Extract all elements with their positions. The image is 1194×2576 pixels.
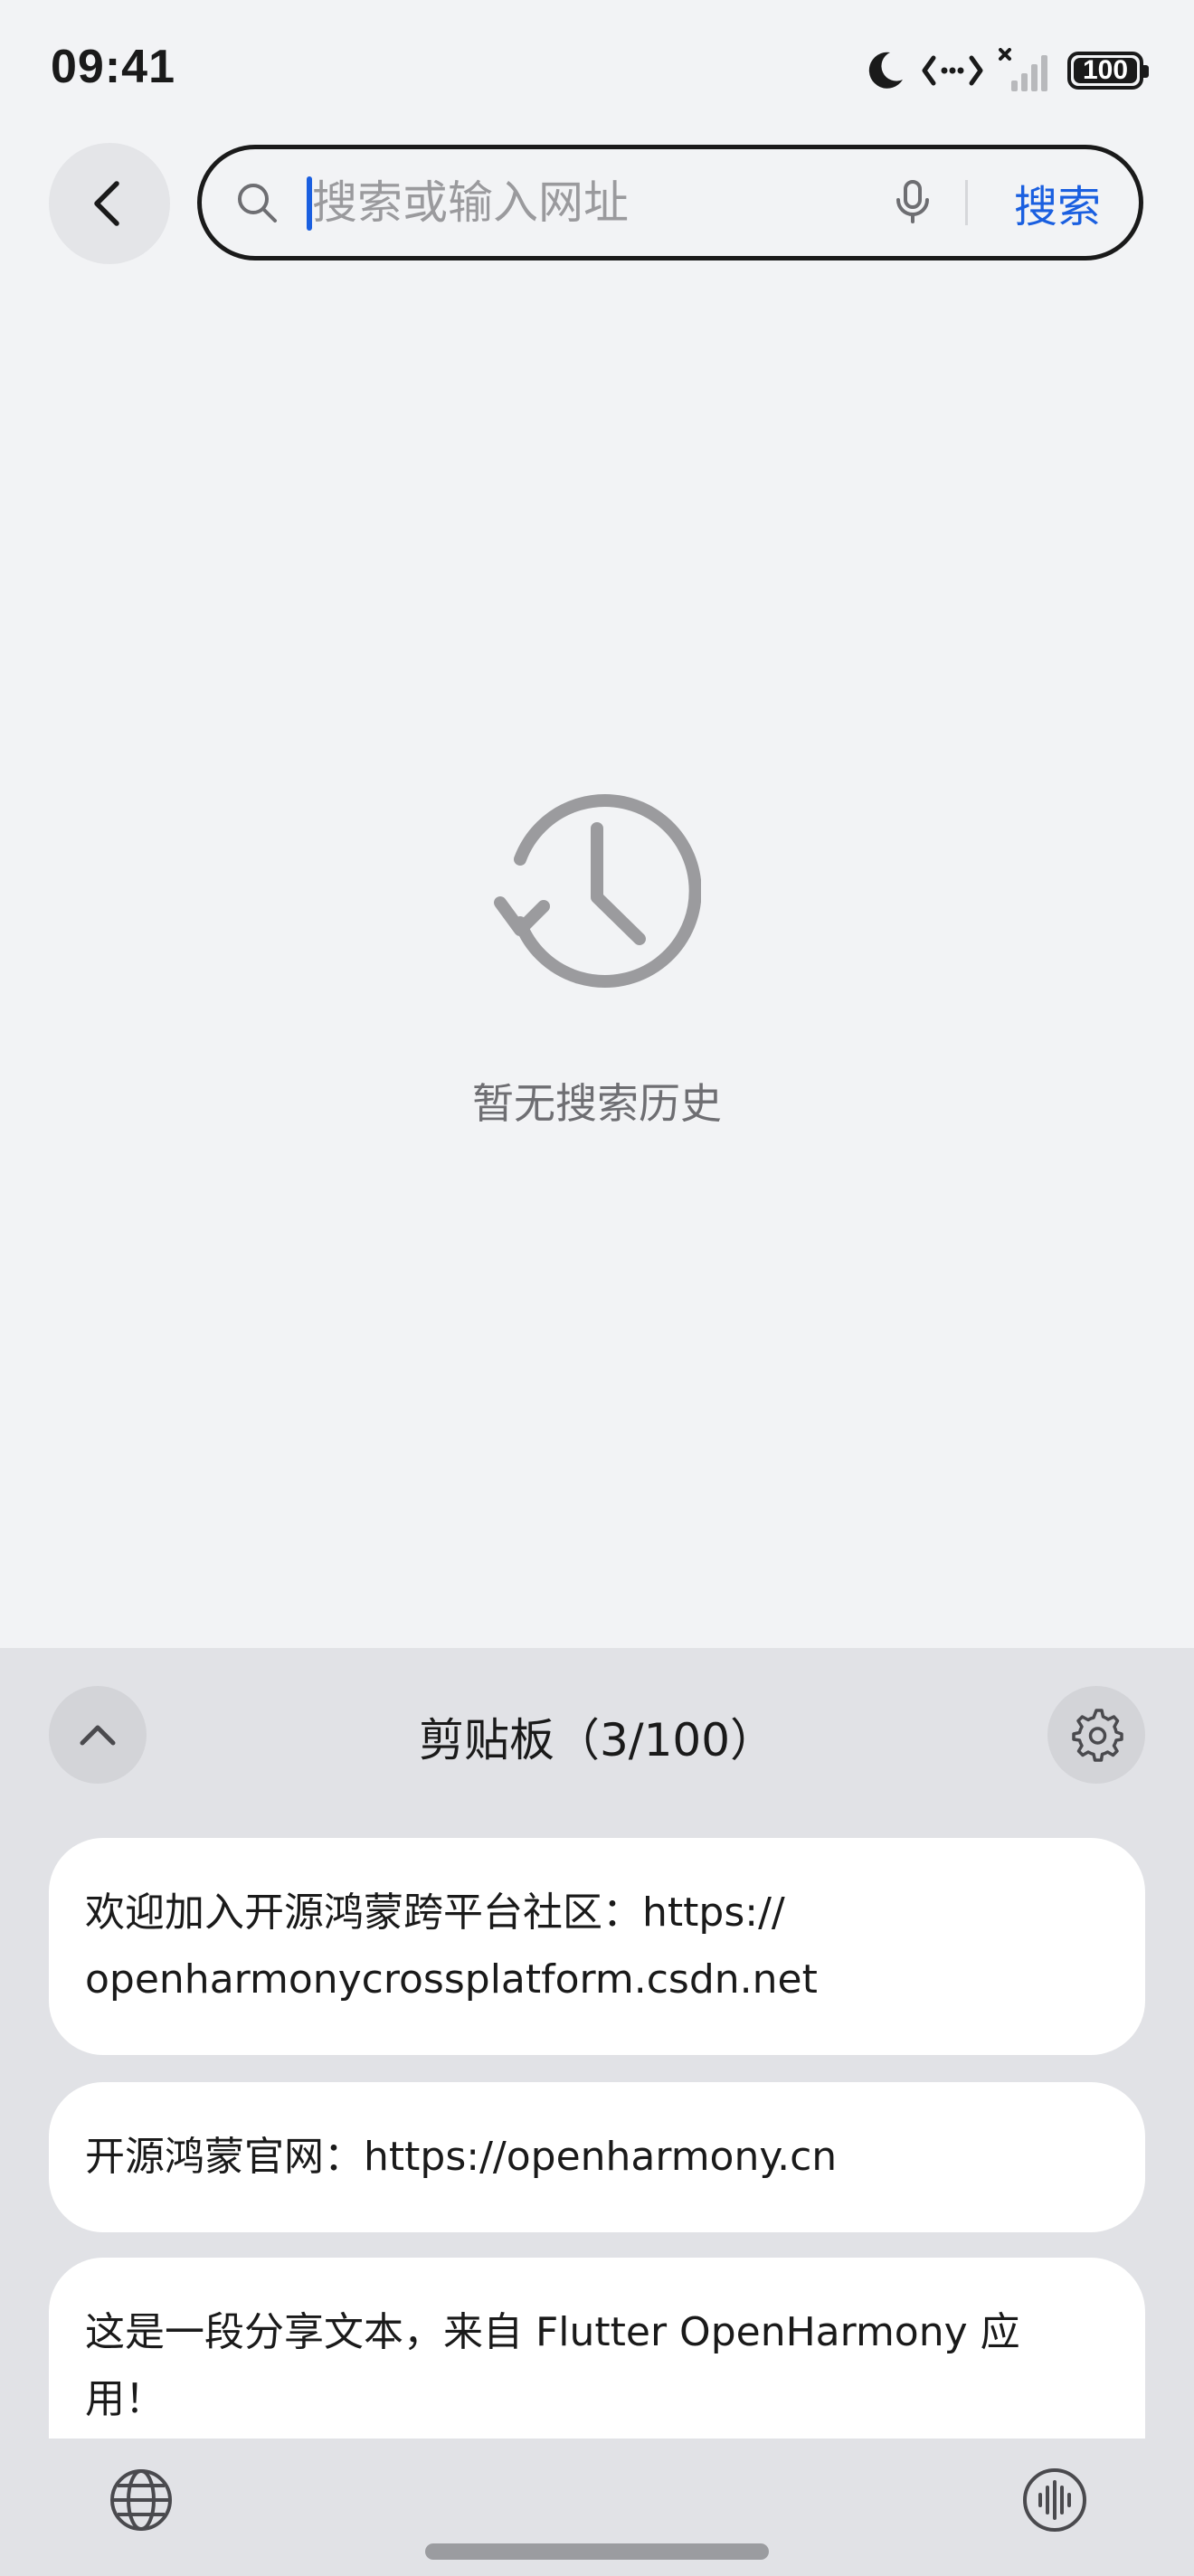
keyboard-bottom-bar xyxy=(0,2439,1194,2576)
home-indicator[interactable] xyxy=(425,2543,769,2560)
globe-icon[interactable] xyxy=(107,2466,175,2534)
clipboard-panel: 剪贴板（3/100） 欢迎加入开源鸿蒙跨平台社区：https:// openha… xyxy=(0,1648,1194,2439)
search-button[interactable]: 搜索 xyxy=(985,167,1130,238)
data-transfer-icon xyxy=(922,55,983,86)
status-bar: 09:41 100 xyxy=(0,0,1194,136)
signal-icon xyxy=(999,48,1047,91)
clipboard-item[interactable]: 欢迎加入开源鸿蒙跨平台社区：https:// openharmonycrossp… xyxy=(49,1838,1145,2055)
search-input[interactable] xyxy=(312,169,855,236)
status-icons: 100 xyxy=(863,47,1149,94)
clipboard-title: 剪贴板（3/100） xyxy=(418,1714,776,1766)
clipboard-item-text: openharmonycrossplatform.csdn.net xyxy=(85,1956,818,2003)
clipboard-item[interactable]: 开源鸿蒙官网：https://openharmony.cn xyxy=(49,2082,1145,2232)
clipboard-item-text: 用！ xyxy=(85,2376,165,2422)
gear-icon xyxy=(1072,1709,1123,1762)
empty-history-message: 暂无搜索历史 xyxy=(472,1079,722,1128)
battery-level-text: 100 xyxy=(1082,55,1129,85)
microphone-icon[interactable] xyxy=(886,175,940,229)
clipboard-item-text: 欢迎加入开源鸿蒙跨平台社区：https:// xyxy=(85,1889,785,1936)
search-divider xyxy=(965,180,968,225)
search-icon xyxy=(238,184,277,223)
moon-icon xyxy=(868,52,903,89)
voice-input-icon[interactable] xyxy=(1020,2466,1089,2534)
clipboard-item-text: 这是一段分享文本，来自 Flutter OpenHarmony 应 xyxy=(85,2309,1020,2355)
chevron-left-icon xyxy=(94,181,119,226)
clipboard-item[interactable]: 这是一段分享文本，来自 Flutter OpenHarmony 应 用！ xyxy=(49,2258,1145,2439)
history-clock-icon xyxy=(494,794,701,988)
battery-icon: 100 xyxy=(1067,52,1149,90)
clipboard-item-text: 开源鸿蒙官网：https://openharmony.cn xyxy=(85,2134,838,2180)
clipboard-settings-button[interactable] xyxy=(1047,1686,1145,1784)
status-time: 09:41 xyxy=(51,41,175,93)
back-button[interactable] xyxy=(49,143,170,264)
search-bar[interactable]: 搜索 xyxy=(197,145,1143,260)
